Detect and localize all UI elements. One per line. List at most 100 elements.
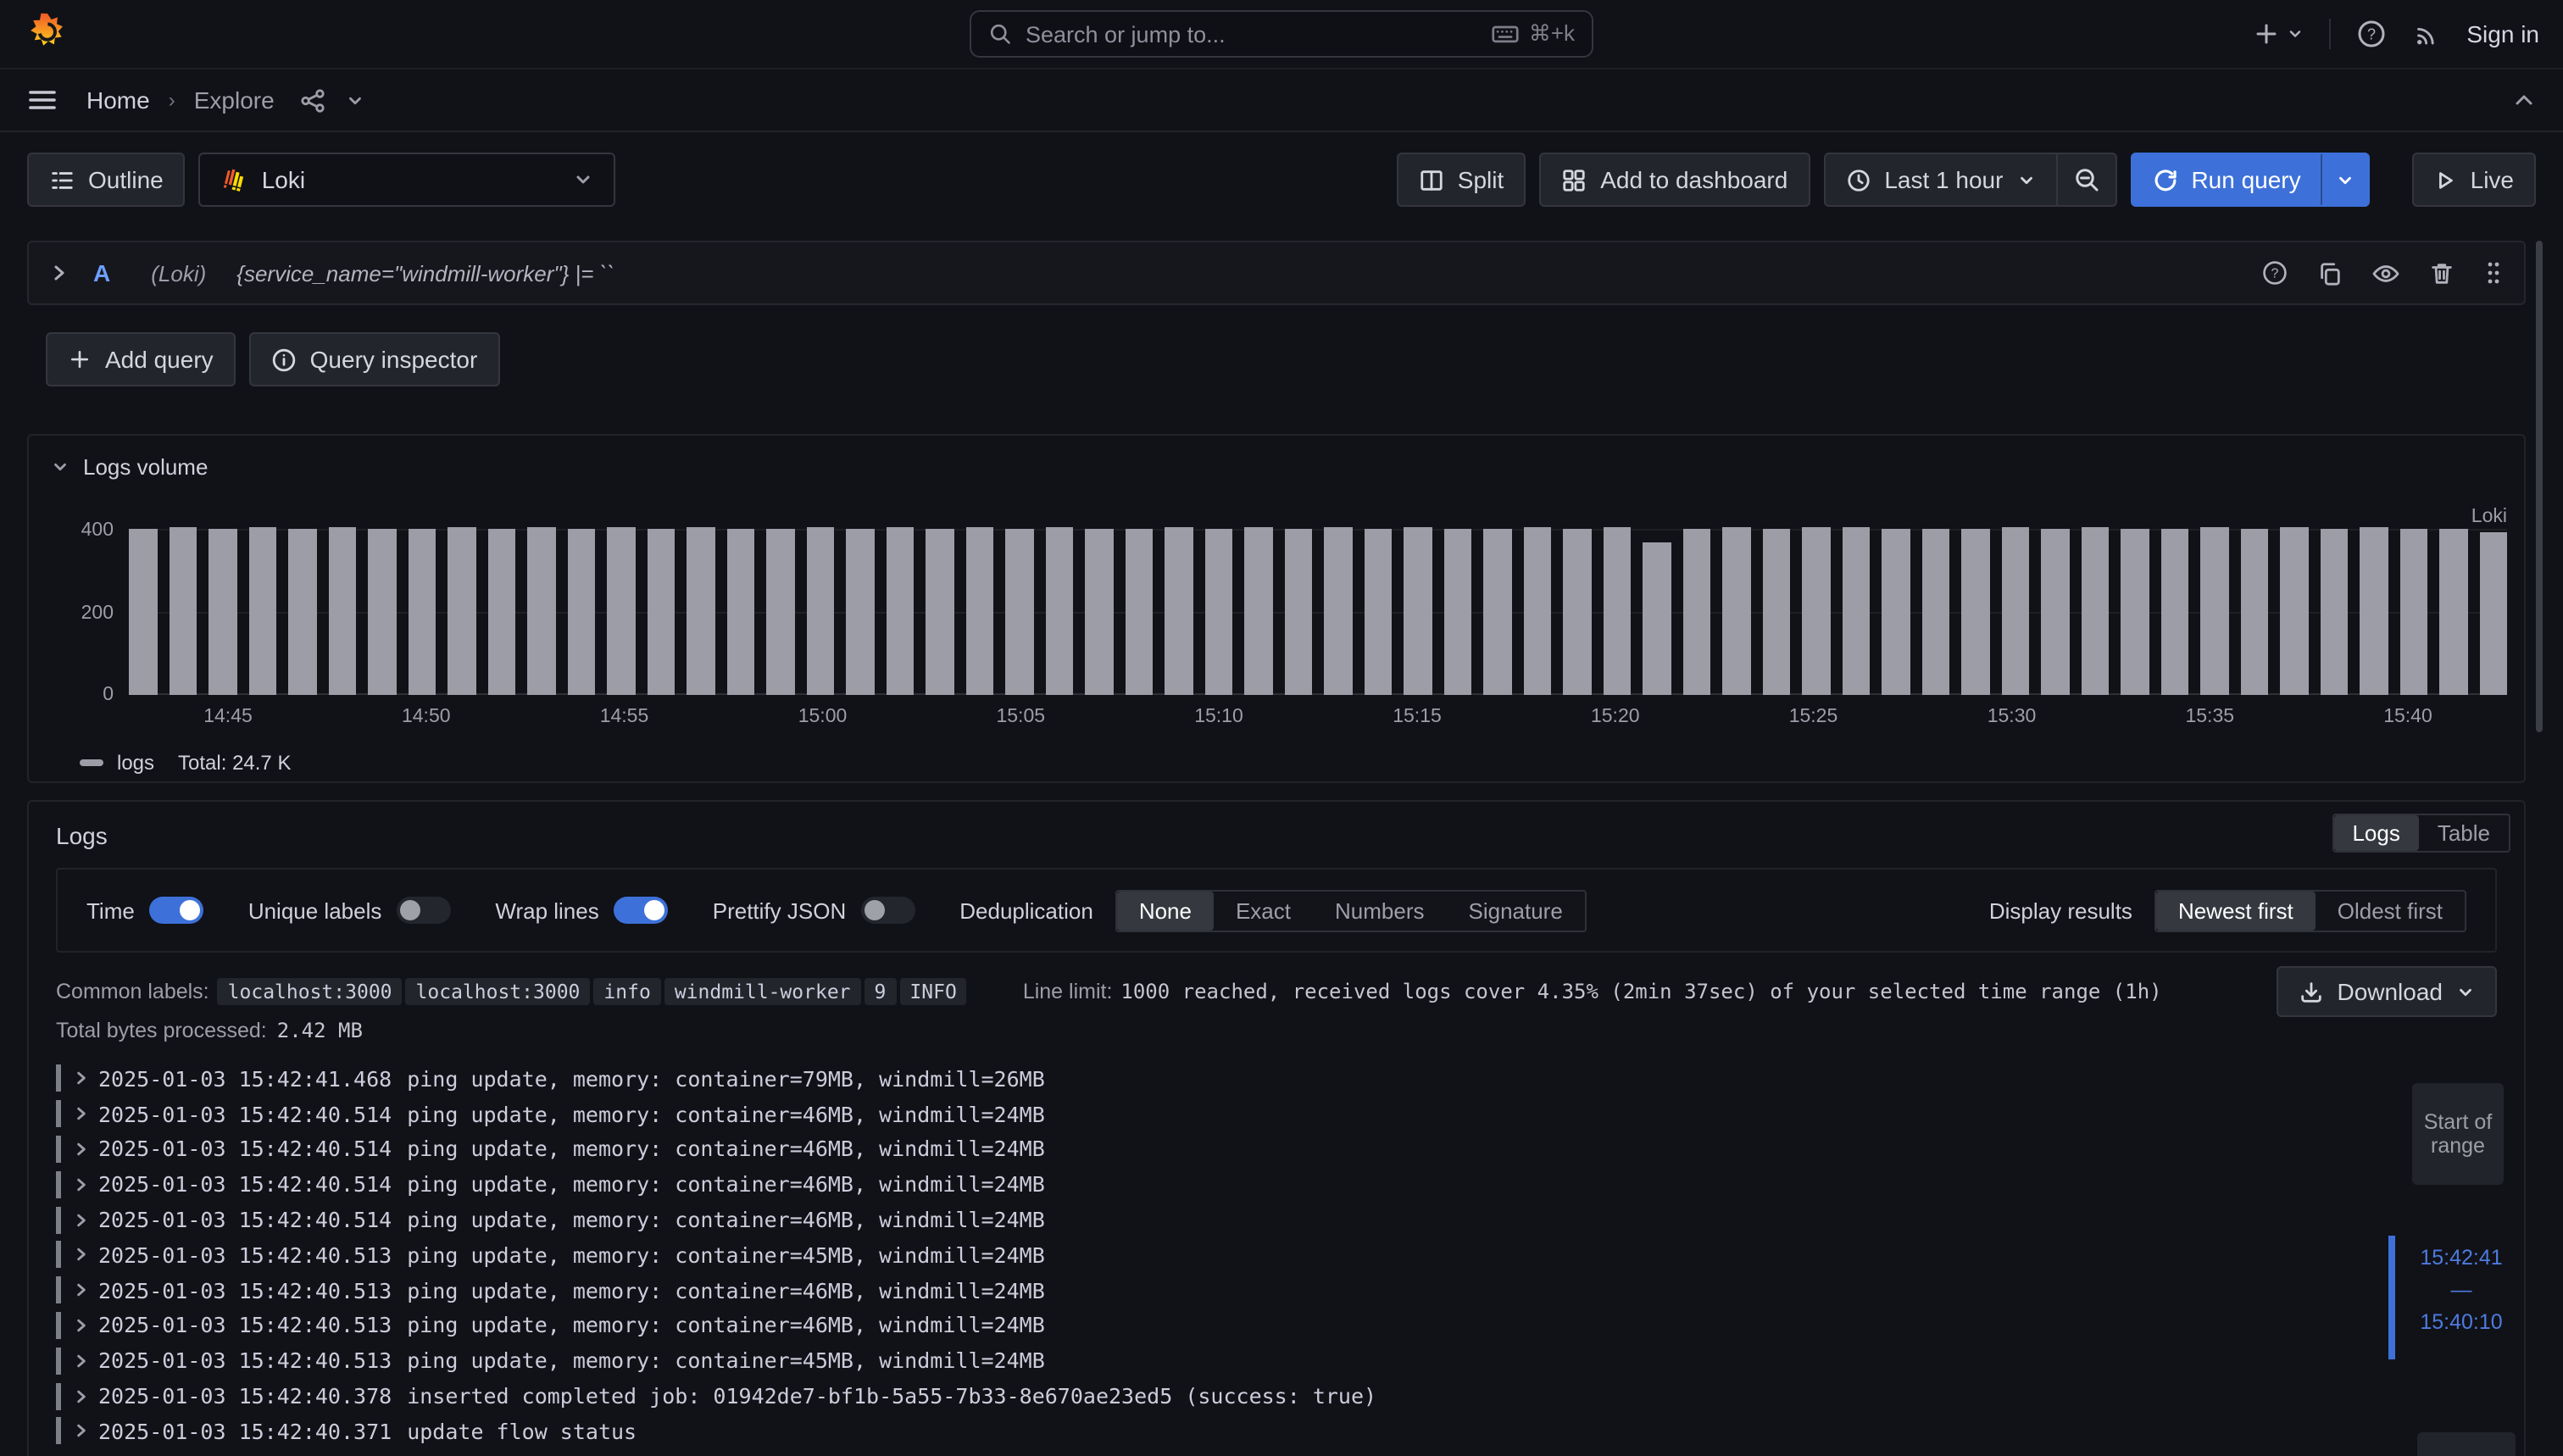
breadcrumb-home[interactable]: Home — [86, 86, 150, 114]
breadcrumb-current[interactable]: Explore — [194, 86, 275, 114]
start-of-range-badge[interactable]: Start of range — [2412, 1083, 2504, 1185]
run-query-button[interactable]: Run query — [2132, 154, 2321, 205]
query-help-icon[interactable]: ? — [2261, 259, 2288, 286]
chevron-right-icon[interactable] — [73, 1281, 90, 1298]
volume-bar — [1125, 529, 1153, 695]
apps-grid-icon — [1561, 167, 1587, 192]
chevron-right-icon[interactable] — [73, 1423, 90, 1440]
split-button[interactable]: Split — [1397, 153, 1526, 207]
toggle-switch[interactable] — [614, 897, 669, 924]
query-ref-id[interactable]: A — [93, 259, 110, 286]
collapse-top-icon[interactable] — [2512, 88, 2536, 112]
logs-panel: Logs LogsTable Time Unique labels Wrap l… — [27, 800, 2526, 1456]
add-to-dashboard-button[interactable]: Add to dashboard — [1539, 153, 1810, 207]
legend-series-name[interactable]: logs — [117, 751, 154, 775]
download-button[interactable]: Download — [2276, 966, 2497, 1017]
search-input[interactable]: Search or jump to... ⌘+k — [970, 10, 1593, 58]
add-query-button[interactable]: Add query — [46, 332, 236, 386]
query-inspector-button[interactable]: Query inspector — [249, 332, 500, 386]
log-row[interactable]: 2025-01-03 15:42:40.378 inserted complet… — [56, 1378, 2363, 1414]
toggle-knob — [865, 900, 885, 920]
copy-query-icon[interactable] — [2317, 260, 2343, 286]
log-row[interactable]: 2025-01-03 15:42:40.514 ping update, mem… — [56, 1097, 2363, 1132]
chevron-right-icon[interactable] — [73, 1317, 90, 1334]
chevron-right-icon[interactable] — [73, 1070, 90, 1087]
display-results-label: Display results — [1989, 897, 2132, 923]
share-icon[interactable] — [300, 87, 325, 113]
range-time-from: 15:42:41 — [2420, 1246, 2502, 1270]
log-row[interactable]: 2025-01-03 15:42:40.513 ping update, mem… — [56, 1308, 2363, 1343]
display-results-control: Display results Newest firstOldest first — [1989, 889, 2466, 931]
logs-volume-panel: Logs volume Loki 14:4514:5014:5515:0015:… — [27, 434, 2526, 783]
log-row[interactable]: 2025-01-03 15:42:40.514 ping update, mem… — [56, 1202, 2363, 1237]
log-row[interactable]: 2025-01-03 15:42:40.514 ping update, mem… — [56, 1131, 2363, 1167]
menu-icon[interactable] — [27, 86, 58, 114]
common-labels-label: Common labels: — [56, 980, 209, 1003]
volume-bar — [846, 529, 874, 695]
news-rss-icon[interactable] — [2412, 19, 2441, 48]
dedup-option[interactable]: Numbers — [1313, 891, 1447, 930]
log-level-bar — [56, 1242, 61, 1269]
log-level-bar — [56, 1100, 61, 1127]
zoom-out-time-button[interactable] — [2055, 153, 2116, 207]
toggle-switch[interactable] — [861, 897, 915, 924]
end-of-range-badge[interactable] — [2417, 1432, 2516, 1456]
chevron-right-icon[interactable] — [73, 1141, 90, 1158]
live-button[interactable]: Live — [2413, 153, 2536, 207]
chevron-right-icon[interactable] — [49, 263, 69, 283]
view-toggle-option[interactable]: Logs — [2333, 815, 2418, 851]
query-actions: Add query Query inspector — [46, 332, 499, 386]
chevron-right-icon[interactable] — [73, 1387, 90, 1404]
sign-in-button[interactable]: Sign in — [2466, 20, 2539, 47]
display-results-option[interactable]: Newest first — [2156, 891, 2316, 930]
help-icon[interactable]: ? — [2356, 19, 2387, 49]
outline-button[interactable]: Outline — [27, 153, 186, 207]
volume-bar — [1523, 527, 1551, 695]
logs-volume-chart[interactable] — [129, 510, 2507, 695]
query-editor-row: A (Loki) {service_name="windmill-worker"… — [27, 241, 2526, 305]
x-axis-label: 15:20 — [1591, 707, 1640, 727]
log-row[interactable]: 2025-01-03 15:42:40.513 ping update, mem… — [56, 1343, 2363, 1379]
new-button[interactable] — [2253, 20, 2304, 47]
log-row[interactable]: 2025-01-03 15:42:41.468 ping update, mem… — [56, 1061, 2363, 1097]
sync-icon — [2152, 167, 2177, 192]
logs-volume-header[interactable]: Logs volume — [51, 454, 208, 480]
query-expression[interactable]: {service_name="windmill-worker"} |= `` — [236, 260, 614, 286]
log-row[interactable]: 2025-01-03 15:42:40.513 ping update, mem… — [56, 1237, 2363, 1273]
chevron-down-icon[interactable] — [346, 91, 364, 109]
info-circle-icon — [271, 347, 297, 372]
chevron-right-icon[interactable] — [73, 1247, 90, 1264]
dedup-option[interactable]: Exact — [1214, 891, 1313, 930]
log-message: ping update, memory: container=45MB, win… — [407, 1348, 1045, 1374]
dedup-option[interactable]: Signature — [1447, 891, 1585, 930]
chevron-right-icon[interactable] — [73, 1176, 90, 1193]
run-query-caret[interactable] — [2321, 154, 2369, 205]
toggle-knob — [181, 900, 201, 920]
chevron-right-icon[interactable] — [73, 1353, 90, 1370]
grafana-logo-icon[interactable] — [27, 12, 68, 56]
list-outline-icon — [49, 167, 75, 192]
chart-legend[interactable]: logs Total: 24.7 K — [80, 751, 291, 775]
log-row[interactable]: 2025-01-03 15:42:40.514 ping update, mem… — [56, 1167, 2363, 1203]
time-range-button[interactable]: Last 1 hour — [1823, 153, 2057, 207]
delete-query-icon[interactable] — [2429, 260, 2455, 286]
volume-bar — [1882, 530, 1910, 695]
log-row[interactable]: 2025-01-03 15:42:40.513 ping update, mem… — [56, 1273, 2363, 1309]
chevron-right-icon[interactable] — [73, 1105, 90, 1122]
toggle-switch[interactable] — [150, 897, 204, 924]
display-results-option[interactable]: Oldest first — [2316, 891, 2465, 930]
toggle-switch[interactable] — [397, 897, 451, 924]
x-axis-label: 14:55 — [600, 707, 649, 727]
preview-eye-icon[interactable] — [2371, 260, 2400, 286]
dedup-option[interactable]: None — [1117, 891, 1214, 930]
view-toggle-option[interactable]: Table — [2419, 815, 2509, 851]
volume-bar — [1364, 529, 1392, 695]
datasource-picker[interactable]: Loki — [199, 153, 616, 207]
drag-handle-icon[interactable] — [2483, 259, 2504, 286]
log-timestamp: 2025-01-03 15:42:40.514 — [98, 1136, 392, 1162]
log-row[interactable]: 2025-01-03 15:42:40.371 update flow stat… — [56, 1414, 2363, 1449]
chevron-down-icon — [2337, 170, 2355, 189]
page-scrollbar-thumb[interactable] — [2536, 241, 2543, 732]
toggle-control: Time — [86, 897, 204, 924]
chevron-right-icon[interactable] — [73, 1211, 90, 1228]
